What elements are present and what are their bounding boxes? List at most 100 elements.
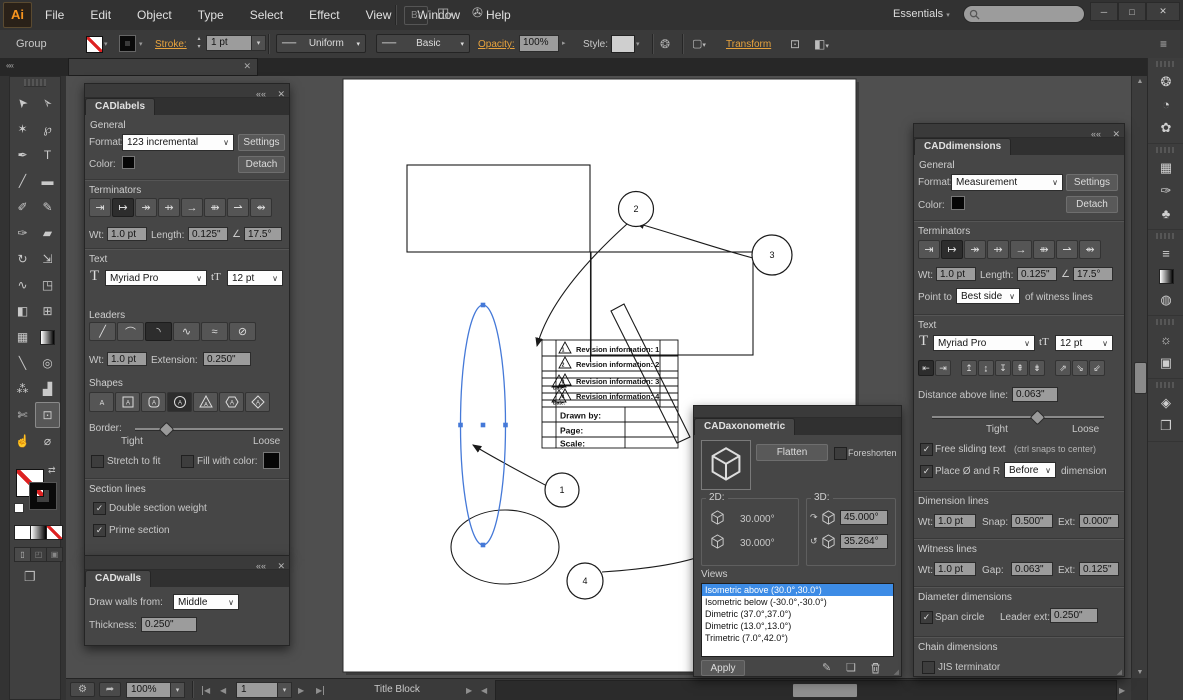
pencil-tool[interactable]: ✎ xyxy=(35,194,60,220)
search-input[interactable] xyxy=(963,5,1085,23)
artboard-tool[interactable]: ⊡ xyxy=(35,402,60,428)
stroke-weight-stepper[interactable]: ▴▾ xyxy=(194,35,204,51)
leader-style-3-button[interactable]: ◝ xyxy=(145,322,172,341)
shape-triangle-button[interactable]: A xyxy=(193,392,218,412)
width-tool[interactable]: ∿ xyxy=(10,272,35,298)
menu-type[interactable]: Type xyxy=(185,0,237,30)
graphic-styles-panel-icon[interactable]: ▣ xyxy=(1148,351,1183,374)
panel-close-icon[interactable]: ✕ xyxy=(277,89,285,99)
terminator-length-field[interactable]: 0.125" xyxy=(188,227,228,241)
text-spacing-slider-thumb[interactable] xyxy=(1030,410,1046,426)
detach-button[interactable]: Detach xyxy=(1066,196,1118,213)
text-position-0-1-button[interactable]: ⇥ xyxy=(935,360,951,376)
color-panel-icon[interactable]: ❂ xyxy=(1148,70,1183,93)
distance-above-line-field[interactable]: 0.063" xyxy=(1012,387,1058,402)
cadlabels-tab[interactable]: CADlabels xyxy=(85,98,155,115)
draw-walls-from-dropdown[interactable]: Middle∨ xyxy=(173,594,239,610)
terminator-angle-field[interactable]: 17.5° xyxy=(1073,267,1113,281)
paintbrush-tool[interactable]: ✐ xyxy=(10,194,35,220)
brushes-panel-icon[interactable]: ✑ xyxy=(1148,179,1183,202)
gap-field[interactable]: 0.063" xyxy=(1011,562,1053,576)
terminator-style-4-button[interactable]: ⇸ xyxy=(987,240,1009,259)
stretch-to-fit-checkbox[interactable] xyxy=(91,455,104,468)
opacity-spinner-icon[interactable]: ▸ xyxy=(562,39,566,47)
double-section-weight-checkbox[interactable]: ✓ xyxy=(93,502,106,515)
color-guide-panel-icon[interactable]: ◔ xyxy=(1148,93,1183,116)
flatten-button[interactable]: Flatten xyxy=(756,444,828,461)
terminator-style-1-button[interactable]: ⇥ xyxy=(918,240,940,259)
mesh-tool[interactable]: ▦ xyxy=(10,324,35,350)
hscroll-left-icon[interactable]: ◀ xyxy=(481,686,487,695)
terminator-style-3-button[interactable]: ↠ xyxy=(964,240,986,259)
caddimensions-tab[interactable]: CADdimensions xyxy=(914,138,1011,155)
span-circle-checkbox[interactable]: ✓ xyxy=(920,611,933,624)
default-colors-icon[interactable] xyxy=(14,503,24,513)
previous-artboard-icon[interactable]: ◀ xyxy=(220,686,226,695)
sync-settings-icon[interactable]: ✇ xyxy=(472,5,483,21)
cadwalls-tab[interactable]: CADwalls xyxy=(85,570,151,587)
direct-selection-tool[interactable]: ➢ xyxy=(35,90,60,116)
fill-color-swatch[interactable] xyxy=(263,452,280,469)
gradient-panel-icon[interactable] xyxy=(1148,265,1183,288)
terminator-style-8-button[interactable]: ⇴ xyxy=(1079,240,1101,259)
new-view-icon[interactable]: ❏ xyxy=(846,661,856,674)
selection-tool[interactable]: ➤ xyxy=(10,90,35,116)
eraser-tool[interactable]: ▰ xyxy=(35,220,60,246)
transparency-panel-icon[interactable]: ◍ xyxy=(1148,288,1183,311)
witness-ext-field[interactable]: 0.125" xyxy=(1079,562,1119,576)
screen-mode-icon[interactable]: ❐ xyxy=(24,569,36,585)
terminator-style-2-button[interactable]: ↦ xyxy=(941,240,963,259)
snap-field[interactable]: 0.500" xyxy=(1011,514,1053,528)
next-artboard-icon[interactable]: ▶ xyxy=(298,686,304,695)
none-button[interactable] xyxy=(46,525,63,540)
text-spacing-slider[interactable] xyxy=(932,416,1104,419)
detach-button[interactable]: Detach xyxy=(238,156,285,173)
place-position-dropdown[interactable]: Before∨ xyxy=(1004,462,1056,478)
window-close-button[interactable]: ✕ xyxy=(1146,2,1180,21)
foreshorten-checkbox[interactable] xyxy=(834,447,847,460)
cadaxonometric-tab[interactable]: CADaxonometric xyxy=(694,418,795,435)
toolbar-grip[interactable] xyxy=(24,79,46,87)
terminator-weight-field[interactable]: 1.0 pt xyxy=(107,227,147,241)
zoom-tool[interactable]: ⌀ xyxy=(35,428,60,454)
stroke-link[interactable]: Stroke: xyxy=(155,39,187,50)
bridge-button[interactable]: Br xyxy=(404,6,428,25)
border-slider[interactable] xyxy=(135,428,283,431)
opacity-field[interactable]: 100% xyxy=(519,35,559,52)
gradient-button[interactable] xyxy=(30,525,47,540)
resize-grip-icon[interactable]: ◢ xyxy=(1117,668,1122,676)
leader-weight-field[interactable]: 1.0 pt xyxy=(107,352,147,366)
cadaxonometric-header[interactable] xyxy=(694,406,901,418)
status-gear-icon[interactable]: ⚙ xyxy=(70,682,95,697)
settings-button[interactable]: Settings xyxy=(238,134,285,151)
pen-tool[interactable]: ✒ xyxy=(10,142,35,168)
panel-collapse-icon[interactable]: «« xyxy=(1091,129,1101,139)
text-position-2-1-button[interactable]: ⇘ xyxy=(1072,360,1088,376)
rectangle-tool[interactable]: ▬ xyxy=(35,168,60,194)
free-sliding-text-checkbox[interactable]: ✓ xyxy=(920,443,933,456)
witness-line-weight-field[interactable]: 1.0 pt xyxy=(934,562,976,576)
format-dropdown[interactable]: 123 incremental∨ xyxy=(122,134,234,151)
dock-grip[interactable] xyxy=(1156,233,1176,239)
font-family-dropdown[interactable]: Myriad Pro∨ xyxy=(933,335,1035,351)
terminator-style-8-button[interactable]: ⇴ xyxy=(250,198,272,217)
text-position-0-0-button[interactable]: ⇤ xyxy=(918,360,934,376)
last-artboard-icon[interactable]: ▶ xyxy=(316,686,324,695)
artboard-number-field[interactable]: 1 ▾ xyxy=(236,682,292,698)
font-size-dropdown[interactable]: 12 pt∨ xyxy=(227,270,283,286)
align-icon[interactable]: ⊡ xyxy=(790,37,800,51)
apply-button[interactable]: Apply xyxy=(701,660,745,676)
dock-grip[interactable] xyxy=(1156,319,1176,325)
select-similar-icon[interactable]: ▢▾ xyxy=(692,37,706,50)
place-diameter-checkbox[interactable]: ✓ xyxy=(920,465,933,478)
stroke-weight-field[interactable]: 1 pt ▾ xyxy=(206,35,266,51)
terminator-style-3-button[interactable]: ↠ xyxy=(135,198,157,217)
control-panel-menu-icon[interactable]: ≡ xyxy=(1160,37,1167,51)
horizontal-scroll-thumb[interactable] xyxy=(792,683,858,698)
eyedropper-tool[interactable]: ╲ xyxy=(10,350,35,376)
prime-section-checkbox[interactable]: ✓ xyxy=(93,524,106,537)
shape-none-button[interactable]: A xyxy=(89,392,114,412)
3d-angle-1-field[interactable]: 45.000° xyxy=(840,510,888,525)
transform-link[interactable]: Transform xyxy=(726,39,771,50)
style-swatch[interactable] xyxy=(611,35,635,53)
